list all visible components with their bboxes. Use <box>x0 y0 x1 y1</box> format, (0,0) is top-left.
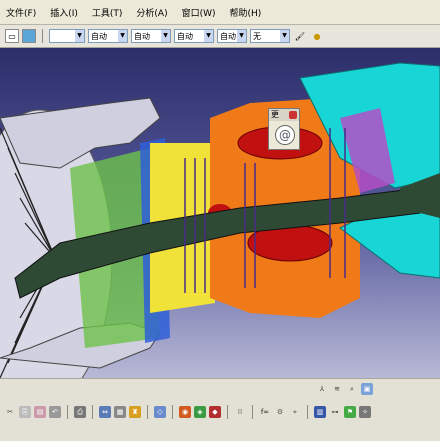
chevron-down-icon: ▼ <box>161 30 170 42</box>
toolbar-separator <box>252 405 253 419</box>
tree-icon[interactable]: ⊶ <box>329 406 341 418</box>
menu-bar: 文件(F) 插入(I) 工具(T) 分析(A) 窗口(W) 帮助(H) <box>0 0 440 25</box>
toolbar-separator <box>42 29 43 43</box>
close-icon[interactable] <box>289 111 297 119</box>
toolbar-separator <box>307 405 308 419</box>
toolbar-separator <box>92 405 93 419</box>
thickness-combo[interactable]: 自动 ▼ <box>131 29 171 43</box>
menu-tools[interactable]: 工具(T) <box>92 6 123 19</box>
select-icon[interactable]: ▭ <box>5 29 19 43</box>
analysis-icon[interactable]: ⚑ <box>344 406 356 418</box>
formula-icon[interactable]: f∞ <box>259 406 271 418</box>
magnify-icon[interactable]: ⌕ <box>346 383 358 395</box>
3d-viewport[interactable]: 更 @ <box>0 48 440 378</box>
engine-cutaway-model <box>0 62 440 378</box>
bottom-toolbar-area: ⅄ ≋ ⌕ ▣ ✂ ⎘ ▤ ↶ ⎙ ⇔ ▦ ♜ ◇ ◉ ◈ ◆ ⁞⁞ f∞ ⚙ … <box>0 378 440 441</box>
cut-icon[interactable]: ✂ <box>4 406 16 418</box>
link-icon[interactable]: ⇔ <box>99 406 111 418</box>
layer-combo[interactable]: 自动 ▼ <box>217 29 247 43</box>
compass-icon[interactable]: ✧ <box>359 406 371 418</box>
layer-name-combo[interactable]: 无 ▼ <box>250 29 290 43</box>
menu-analysis[interactable]: 分析(A) <box>136 6 167 19</box>
toolbar-separator <box>172 405 173 419</box>
toolbar-separator <box>227 405 228 419</box>
point-combo-value: 自动 <box>177 31 193 41</box>
color-combo[interactable]: ▼ <box>49 29 85 43</box>
thickness-combo-value: 自动 <box>134 31 150 41</box>
chevron-down-icon: ▼ <box>204 30 213 42</box>
swirl-icon[interactable]: @ <box>275 125 295 145</box>
fly-icon[interactable]: ≋ <box>331 383 343 395</box>
chevron-down-icon: ▼ <box>280 30 289 42</box>
menu-window[interactable]: 窗口(W) <box>182 6 216 19</box>
layer-name-combo-value: 无 <box>253 31 261 41</box>
axis-icon[interactable]: ⅄ <box>316 383 328 395</box>
catalog-icon[interactable]: ▥ <box>314 406 326 418</box>
menu-file[interactable]: 文件(F) <box>6 6 36 19</box>
bottle-icon[interactable]: ♜ <box>129 406 141 418</box>
toolbar-separator <box>147 405 148 419</box>
eraser-icon[interactable]: ◇ <box>154 406 166 418</box>
menu-insert[interactable]: 插入(I) <box>50 6 78 19</box>
linetype-combo[interactable]: 自动 ▼ <box>88 29 128 43</box>
undo-icon[interactable]: ↶ <box>49 406 61 418</box>
toolbar-separator <box>67 405 68 419</box>
view-toolbar-row: ⅄ ≋ ⌕ ▣ <box>316 383 373 395</box>
render-icon[interactable]: ◆ <box>209 406 221 418</box>
chevron-down-icon: ▼ <box>75 30 84 42</box>
image-icon[interactable] <box>22 29 36 43</box>
table-icon[interactable]: ▦ <box>114 406 126 418</box>
properties-toolbar: ▭ ▼ 自动 ▼ 自动 ▼ 自动 ▼ 自动 ▼ 无 ▼ 🖌 ● <box>0 25 440 48</box>
point-combo[interactable]: 自动 ▼ <box>174 29 214 43</box>
main-toolbar-row: ✂ ⎘ ▤ ↶ ⎙ ⇔ ▦ ♜ ◇ ◉ ◈ ◆ ⁞⁞ f∞ ⚙ ⌖ ▥ ⊶ ⚑ … <box>4 405 371 419</box>
grid-icon[interactable]: ⁞⁞ <box>234 406 246 418</box>
measure-icon[interactable]: ⌖ <box>289 406 301 418</box>
print-icon[interactable]: ⎙ <box>74 406 86 418</box>
chevron-down-icon: ▼ <box>118 30 127 42</box>
material-icon[interactable]: ◈ <box>194 406 206 418</box>
linetype-combo-value: 自动 <box>91 31 107 41</box>
layer-combo-value: 自动 <box>220 31 236 41</box>
paste-icon[interactable]: ▤ <box>34 406 46 418</box>
cube-view-icon[interactable]: ▣ <box>361 383 373 395</box>
apply-material-icon[interactable]: ● <box>310 29 324 43</box>
tools-icon[interactable]: ⚙ <box>274 406 286 418</box>
menu-help[interactable]: 帮助(H) <box>230 6 262 19</box>
part-icon[interactable]: ◉ <box>179 406 191 418</box>
format-painter-icon[interactable]: 🖌 <box>293 29 307 43</box>
floating-tool-panel[interactable]: 更 @ <box>268 108 300 150</box>
chevron-down-icon: ▼ <box>237 30 246 42</box>
copy-icon[interactable]: ⎘ <box>19 406 31 418</box>
